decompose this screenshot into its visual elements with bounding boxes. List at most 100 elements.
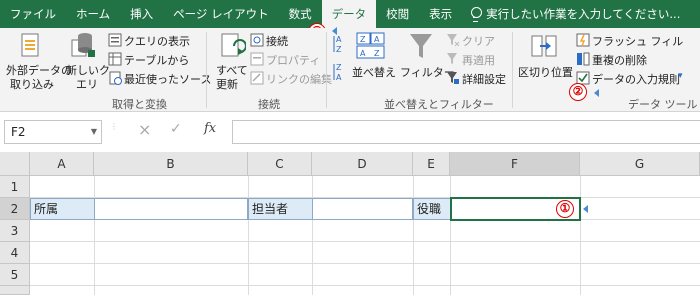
new-query-label-2[interactable]: エリ [76, 76, 98, 92]
cell-e2[interactable]: 役職 [413, 198, 451, 220]
annotation-marker-2: ② [569, 83, 587, 101]
sort-az-icon: A Z Z A [333, 35, 342, 82]
column-header-e[interactable]: E [413, 152, 450, 176]
svg-text:A: A [336, 73, 342, 82]
annotation-marker-1: ① [556, 200, 574, 218]
svg-text:Z: Z [374, 49, 380, 58]
gridline [450, 176, 451, 295]
row-header-3[interactable]: 3 [0, 220, 30, 242]
advanced-filter-icon [447, 72, 459, 84]
column-header-g[interactable]: G [580, 152, 700, 176]
gridline [312, 176, 313, 295]
advanced-label[interactable]: 詳細設定 [462, 71, 506, 87]
gridline [94, 176, 95, 295]
tab-home[interactable]: ホーム [66, 0, 120, 28]
enter-icon[interactable]: ✓ [170, 121, 182, 137]
column-header-c[interactable]: C [248, 152, 312, 176]
svg-text:Z: Z [360, 35, 366, 44]
clear-label[interactable]: クリア [462, 33, 495, 49]
remove-duplicates-icon [577, 52, 590, 66]
group-label-get-transform: 取得と変換 [112, 98, 167, 111]
clear-filter-icon [447, 34, 460, 47]
ribbon-tab-bar: ファイル ホーム 挿入 ページ レイアウト 数式 データ 校閲 表示 実行したい… [0, 0, 700, 28]
more-icon: ⋮ [110, 122, 118, 131]
marker-3-pointer-icon [332, 27, 337, 35]
filter-icon [410, 34, 432, 58]
insert-function-icon[interactable]: fx [204, 121, 216, 136]
gridline [30, 285, 700, 286]
column-header-d[interactable]: D [312, 152, 413, 176]
edit-links-label[interactable]: リンクの編集 [266, 71, 332, 87]
worksheet-grid: A B C D E F G 1 2 3 4 5 所属 担当者 役職 [0, 152, 700, 295]
name-box[interactable]: F2 ▼ [4, 120, 102, 144]
column-header-a[interactable]: A [30, 152, 94, 176]
properties-label[interactable]: プロパティ [266, 52, 320, 68]
tab-view[interactable]: 表示 [419, 0, 462, 28]
reapply-icon [447, 53, 457, 64]
row-header-5[interactable]: 5 [0, 264, 30, 286]
group-label-sort-filter: 並べ替えとフィルター [384, 98, 494, 111]
row-header-2[interactable]: 2 [0, 198, 30, 220]
connections-label[interactable]: 接続 [266, 33, 288, 49]
properties-icon [250, 52, 264, 66]
gridline [30, 263, 700, 264]
refresh-all-icon [221, 33, 246, 57]
select-all-corner[interactable] [0, 152, 30, 176]
tab-file[interactable]: ファイル [0, 0, 66, 28]
refresh-all-label-2[interactable]: 更新 [216, 76, 238, 92]
svg-text:Z: Z [336, 45, 342, 54]
external-data-label-2[interactable]: 取り込み [10, 76, 54, 92]
data-validation-dropdown-icon[interactable]: ▾ [678, 71, 683, 81]
svg-text:A: A [374, 35, 380, 44]
formula-bar: F2 ▼ ⋮ × ✓ fx [0, 112, 700, 152]
cell-b2[interactable] [95, 198, 248, 220]
marker-1-pointer-icon [583, 205, 588, 213]
from-table-icon [108, 52, 122, 66]
row-header-6[interactable] [0, 286, 30, 295]
ribbon: 外部データの 取り込み 新しいク エリ クエリの表示 テーブルから 最近使ったソ… [0, 28, 700, 112]
tab-data[interactable]: データ [321, 0, 377, 28]
text-to-columns-label[interactable]: 区切り位置 [518, 64, 573, 80]
gridline [30, 241, 700, 242]
from-table-label[interactable]: テーブルから [124, 52, 189, 68]
show-queries-label[interactable]: クエリの表示 [124, 33, 190, 49]
cell-d2[interactable] [313, 198, 413, 220]
gridline [580, 176, 581, 295]
data-validation-label[interactable]: データの入力規則 [592, 71, 680, 87]
remove-duplicates-label[interactable]: 重複の削除 [592, 52, 647, 68]
row-header-4[interactable]: 4 [0, 242, 30, 264]
cell-a2[interactable]: 所属 [30, 198, 95, 220]
cell-c2[interactable]: 担当者 [248, 198, 313, 220]
recent-sources-label[interactable]: 最近使ったソース [124, 71, 211, 87]
svg-text:A: A [360, 49, 366, 58]
new-query-icon [71, 33, 95, 57]
tab-insert[interactable]: 挿入 [120, 0, 163, 28]
row-header-1[interactable]: 1 [0, 176, 30, 198]
sort-icon: Z A A Z [356, 32, 385, 59]
group-separator [326, 32, 327, 108]
flash-fill-icon [576, 33, 590, 47]
reapply-label[interactable]: 再適用 [462, 52, 495, 68]
recent-sources-icon [109, 71, 122, 85]
edit-links-icon [250, 71, 264, 85]
show-queries-icon [108, 33, 122, 47]
gridline [413, 176, 414, 295]
group-label-connections: 接続 [258, 98, 280, 111]
column-header-b[interactable]: B [94, 152, 248, 176]
tell-me-box[interactable]: 実行したい作業を入力してください... [462, 6, 680, 22]
formula-input[interactable] [232, 120, 700, 144]
group-separator [206, 32, 207, 108]
tab-page-layout[interactable]: ページ レイアウト [163, 0, 278, 28]
connections-icon [250, 33, 264, 47]
chevron-down-icon[interactable]: ▼ [91, 121, 97, 143]
flash-fill-label[interactable]: フラッシュ フィル [592, 33, 683, 49]
column-header-f[interactable]: F [450, 152, 580, 176]
sort-label[interactable]: 並べ替え [352, 64, 396, 80]
text-to-columns-icon [531, 35, 557, 57]
name-box-value: F2 [11, 125, 26, 139]
tab-review[interactable]: 校閲 [376, 0, 419, 28]
marker-2-pointer-icon [594, 89, 599, 97]
cancel-icon[interactable]: × [138, 120, 151, 139]
svg-text:Z: Z [336, 63, 342, 72]
lightbulb-icon [470, 7, 483, 22]
